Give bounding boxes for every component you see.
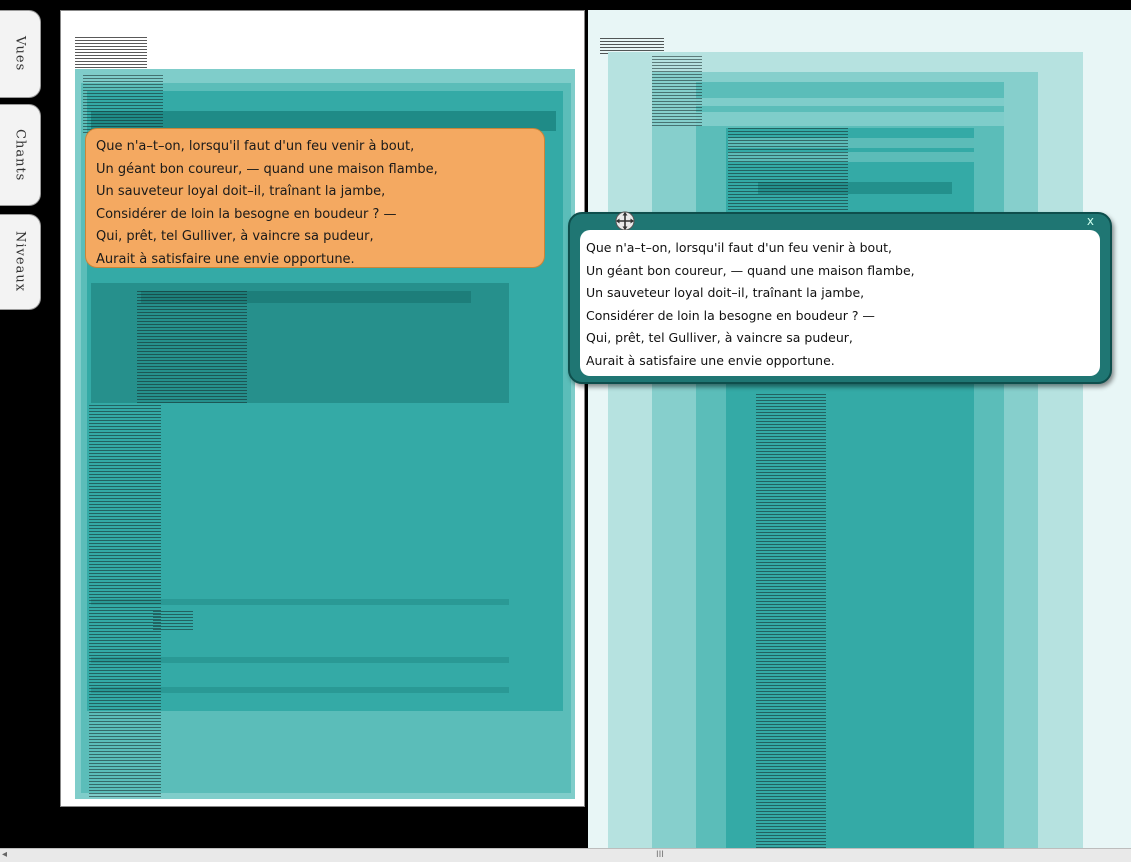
text-miniature	[137, 291, 247, 403]
level-bar	[696, 112, 1004, 126]
popup-line: Que n'a–t–on, lorsqu'il faut d'un feu ve…	[586, 240, 892, 255]
text-miniature	[83, 75, 163, 135]
text-miniature	[89, 607, 161, 797]
close-icon[interactable]: x	[1087, 214, 1094, 228]
stanza-line: Considérer de loin la besogne en boudeur…	[96, 206, 397, 222]
tab-chants-label: Chants	[12, 128, 28, 182]
stanza-line: Qui, prêt, tel Gulliver, à vaincre sa pu…	[96, 229, 374, 244]
popup-line: Considérer de loin la besogne en boudeur…	[586, 307, 875, 323]
text-miniature	[728, 128, 848, 218]
text-miniature	[153, 611, 193, 631]
tab-niveaux-label: Niveaux	[12, 231, 28, 293]
scroll-left-arrow-icon[interactable]: ◂	[2, 849, 7, 861]
stanza-popup[interactable]: x Que n'a–t–on, lorsqu'il faut d'un feu …	[568, 210, 1112, 384]
stanza-line: Un sauveteur loyal doit–il, traînant la …	[96, 184, 386, 199]
move-cross-icon[interactable]	[614, 210, 636, 232]
scrollbar-grip[interactable]: III	[656, 849, 664, 861]
stanza-line: Un géant bon coureur, — quand une maison…	[96, 161, 438, 177]
highlighted-stanza[interactable]: Que n'a–t–on, lorsqu'il faut d'un feu ve…	[85, 128, 545, 268]
header-text-miniature	[75, 37, 147, 73]
tab-vues[interactable]: Vues	[0, 10, 41, 98]
popup-line: Un sauveteur loyal doit–il, traînant la …	[586, 285, 865, 300]
stanza-line: Aurait à satisfaire une envie opportune.	[96, 251, 355, 267]
popup-line: Qui, prêt, tel Gulliver, à vaincre sa pu…	[586, 330, 853, 345]
text-miniature	[89, 405, 161, 605]
tab-chants[interactable]: Chants	[0, 104, 41, 206]
tab-vues-label: Vues	[12, 36, 28, 72]
stanza-line: Que n'a–t–on, lorsqu'il faut d'un feu ve…	[96, 139, 415, 154]
text-miniature	[756, 394, 826, 848]
popup-line: Aurait à satisfaire une envie opportune.	[586, 352, 835, 368]
text-miniature	[652, 56, 702, 128]
popup-line: Un géant bon coureur, — quand une maison…	[586, 262, 915, 278]
tab-niveaux[interactable]: Niveaux	[0, 214, 41, 310]
right-document-panel[interactable]	[588, 10, 1131, 848]
popup-content: Que n'a–t–on, lorsqu'il faut d'un feu ve…	[580, 230, 1100, 376]
horizontal-scrollbar[interactable]: ◂ III	[0, 848, 1131, 862]
level-bar	[696, 98, 1004, 106]
